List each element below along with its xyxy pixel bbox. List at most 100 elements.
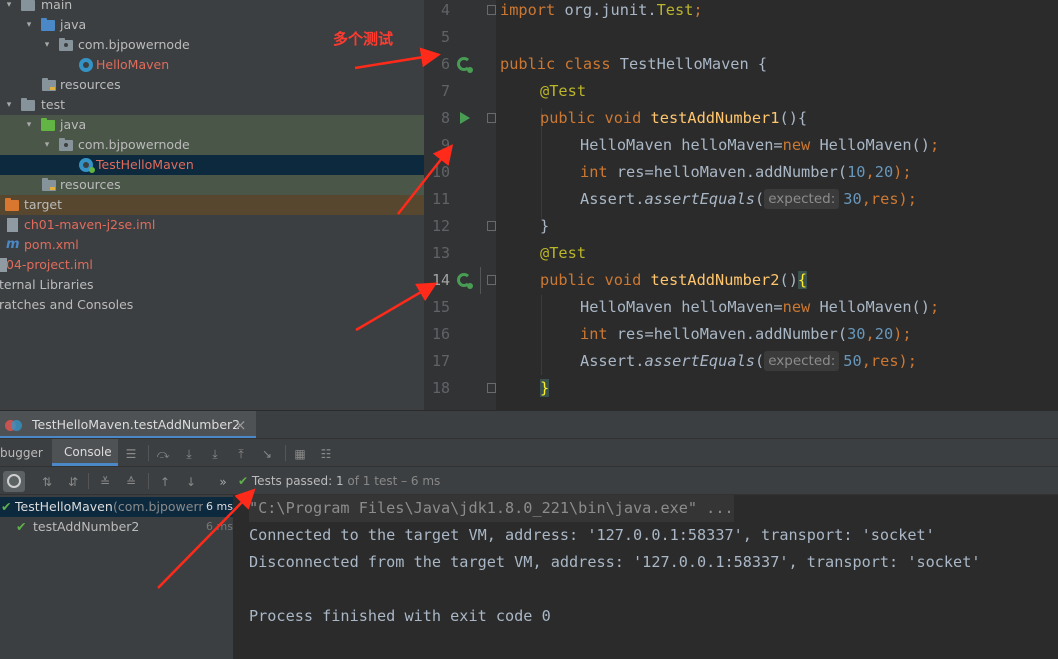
tree-item-testhellomaven[interactable]: TestHelloMaven (0, 155, 424, 175)
force-step-into-icon[interactable]: ⤓ (208, 447, 222, 461)
tree-item-scratches[interactable]: ratches and Consoles (0, 295, 424, 315)
fold-marker-icon[interactable] (487, 383, 496, 393)
fold-marker-icon[interactable] (487, 113, 496, 123)
tree-item-label: resources (60, 177, 121, 192)
test-package: (com.bjpowernc (113, 499, 203, 514)
tree-item-iml[interactable]: ch01-maven-j2se.iml (0, 215, 424, 235)
tree-item-pom[interactable]: m pom.xml (0, 235, 424, 255)
separator (148, 445, 149, 461)
code-line-17: Assert.assertEquals(expected: 50,res); (580, 351, 917, 371)
line-number: 15 (431, 298, 450, 316)
chevron-down-icon[interactable]: ▾ (42, 35, 52, 55)
excluded-folder-icon (5, 198, 19, 211)
fold-marker-icon[interactable] (487, 5, 496, 15)
trace-icon[interactable]: ☷ (319, 447, 333, 461)
previous-test-icon[interactable]: ↑ (158, 475, 172, 489)
step-into-icon[interactable]: ⤓ (182, 447, 196, 461)
fold-marker-icon[interactable] (487, 221, 496, 231)
tree-item-label: com.bjpowernode (78, 137, 190, 152)
sort-duration-icon[interactable]: ⇵ (66, 475, 80, 489)
console-line: Disconnected from the target VM, address… (249, 553, 981, 571)
module-file-icon (7, 218, 18, 232)
parameter-hint: expected: (764, 189, 840, 209)
step-out-icon[interactable]: ⤒ (234, 447, 248, 461)
tree-item-test[interactable]: ▾ test (0, 95, 424, 115)
class-icon (79, 58, 93, 72)
test-duration: 6 ms (206, 500, 233, 513)
tree-item-resources-test[interactable]: resources (0, 175, 424, 195)
tree-item-label: ch01-maven-j2se.iml (24, 217, 156, 232)
code-line-14: public void testAddNumber2(){ (540, 271, 808, 289)
separator (88, 473, 89, 489)
tree-item-package-test[interactable]: ▾ com.bjpowernode (0, 135, 424, 155)
tree-item-main[interactable]: ▾ main (0, 0, 424, 15)
test-toolbar: ⇅ ⇵ ≚ ≙ ↑ ↓ » ✔ Tests passed: 1 of 1 tes… (0, 466, 1058, 495)
run-tab-bar: TestHelloMaven.testAddNumber2 × (0, 410, 1058, 439)
test-results-tree: ✔ TestHelloMaven (com.bjpowernc 6 ms ✔ t… (0, 495, 234, 659)
chevron-down-icon[interactable]: ▾ (24, 115, 34, 135)
expand-all-icon[interactable]: ≚ (98, 475, 112, 489)
run-config-icon (5, 420, 23, 431)
tree-item-label: main (41, 0, 73, 12)
run-to-cursor-icon[interactable]: ↘ (260, 447, 274, 461)
line-number-current: 14 (431, 271, 450, 289)
tab-debugger[interactable]: bugger (0, 439, 43, 467)
tree-item-label: HelloMaven (96, 57, 170, 72)
more-icon[interactable]: » (216, 475, 230, 489)
line-number: 9 (440, 136, 450, 154)
menu-lines-icon[interactable]: ☰ (124, 447, 138, 461)
cancel-icon (7, 474, 21, 488)
tree-item-resources-main[interactable]: resources (0, 75, 424, 95)
test-row-class[interactable]: ✔ TestHelloMaven (com.bjpowernc 6 ms (0, 497, 233, 517)
code-line-18: } (540, 379, 550, 397)
code-line-7: @Test (540, 82, 587, 100)
caret-row-marker (480, 267, 481, 294)
tree-item-hellomaven[interactable]: HelloMaven (0, 55, 424, 75)
code-line-11: Assert.assertEquals(expected: 30,res); (580, 189, 917, 209)
test-status-label: Tests passed: (251, 474, 333, 488)
sort-alpha-icon[interactable]: ⇅ (40, 475, 54, 489)
step-over-icon[interactable]: ⤼ (156, 447, 170, 461)
tree-item-label: java (60, 117, 87, 132)
close-icon[interactable]: × (234, 411, 247, 439)
fold-marker-icon[interactable] (487, 275, 496, 285)
line-number: 10 (431, 163, 450, 181)
chevron-down-icon[interactable]: ▾ (4, 95, 14, 115)
run-all-tests-icon[interactable] (457, 57, 473, 73)
chevron-down-icon[interactable]: ▾ (42, 135, 52, 155)
console-output[interactable]: "C:\Program Files\Java\jdk1.8.0_221\bin\… (234, 495, 1058, 659)
resources-folder-icon (42, 178, 56, 191)
next-test-icon[interactable]: ↓ (184, 475, 198, 489)
test-row-method[interactable]: ✔ testAddNumber2 6 ms (0, 517, 233, 537)
tab-console[interactable]: Console (52, 439, 118, 466)
run-test-icon[interactable] (457, 273, 473, 289)
folder-icon (21, 98, 35, 111)
collapse-all-icon[interactable]: ≙ (124, 475, 138, 489)
tree-item-external-libraries[interactable]: ternal Libraries (0, 275, 424, 295)
tree-item-project-iml[interactable]: 04-project.iml (0, 255, 424, 275)
chevron-down-icon[interactable]: ▾ (24, 15, 34, 35)
annotation-label: 多个测试 (333, 30, 394, 48)
tree-item-java-test[interactable]: ▾ java (0, 115, 424, 135)
package-icon (59, 38, 73, 51)
test-class-icon (79, 158, 95, 173)
tree-item-target[interactable]: target (0, 195, 424, 215)
line-number: 18 (431, 379, 450, 397)
run-test-icon[interactable] (460, 112, 470, 124)
chevron-down-icon[interactable]: ▾ (4, 0, 14, 15)
line-number: 13 (431, 244, 450, 262)
indent-guide (541, 295, 542, 375)
code-line-10: int res=helloMaven.addNumber(10,20); (580, 163, 912, 181)
project-tool-window: ▾ main ▾ java ▾ com.bjpowernode HelloMav… (0, 0, 424, 410)
check-icon: ✔ (238, 474, 249, 488)
tree-item-label: test (41, 97, 66, 112)
resources-folder-icon (42, 78, 56, 91)
test-name: testAddNumber2 (33, 519, 140, 534)
show-passed-toggle[interactable] (3, 471, 25, 492)
tab-console-label: Console (64, 445, 112, 459)
line-number: 11 (431, 190, 450, 208)
evaluate-icon[interactable]: ▦ (293, 447, 307, 461)
run-tab[interactable]: TestHelloMaven.testAddNumber2 × (0, 411, 256, 439)
code-line-9: HelloMaven helloMaven=new HelloMaven(); (580, 136, 940, 154)
line-number: 17 (431, 352, 450, 370)
